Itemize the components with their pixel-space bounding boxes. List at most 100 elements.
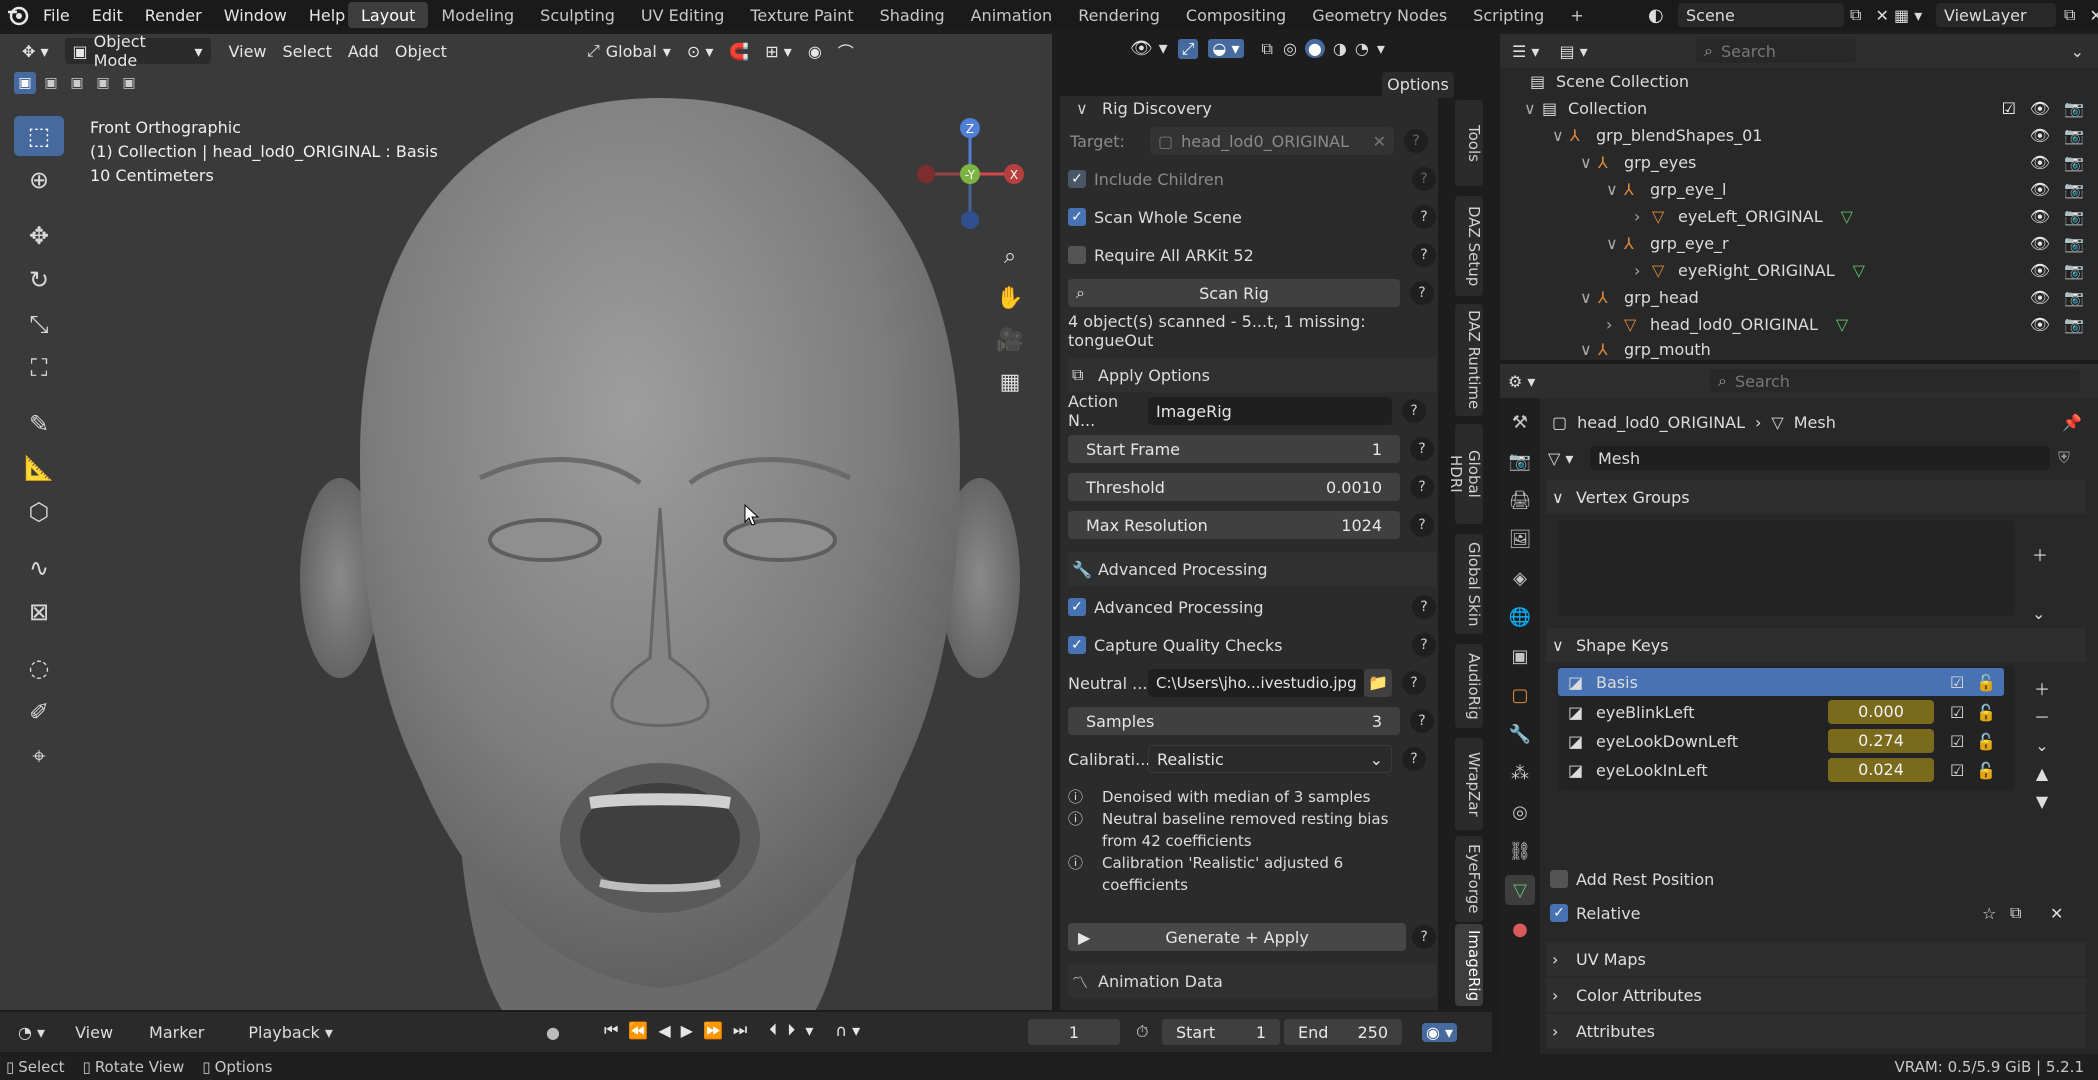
attributes-header[interactable]: › Attributes: [1546, 1014, 2086, 1048]
lock-icon[interactable]: 🔓: [1976, 703, 1996, 722]
select-invert-icon[interactable]: ▣: [92, 72, 114, 94]
help-icon[interactable]: ?: [1412, 925, 1436, 949]
mesh-data-tab-icon[interactable]: ▽: [1505, 875, 1535, 905]
help-icon[interactable]: ?: [1410, 475, 1434, 499]
menu-file[interactable]: File: [32, 0, 81, 30]
scan-whole-scene-checkbox[interactable]: ✓: [1068, 208, 1086, 226]
new-scene-icon[interactable]: ⧉: [1850, 5, 1861, 25]
stopwatch-icon[interactable]: ⏱: [1136, 1022, 1148, 1042]
lock-icon[interactable]: 🔓: [1976, 673, 1996, 692]
tab-wrapzar[interactable]: WrapZar: [1455, 738, 1483, 830]
tab-uv-editing[interactable]: UV Editing: [628, 2, 737, 28]
add-cube-tool-icon[interactable]: ⬡: [14, 492, 64, 532]
view-layer-field[interactable]: ViewLayer: [1936, 3, 2056, 27]
list-item[interactable]: ∨ ▤ Collection ☑ 👁 📷: [1500, 95, 2098, 122]
eye-icon[interactable]: 👁: [2030, 261, 2050, 280]
select-new-icon[interactable]: ▣: [14, 72, 36, 94]
list-item[interactable]: ∨ ⅄ grp_eye_r 👁 📷: [1500, 230, 2098, 257]
camera-icon[interactable]: 📷: [2064, 153, 2084, 172]
select-extend-icon[interactable]: ▣: [40, 72, 62, 94]
eye-icon[interactable]: 👁: [2030, 234, 2050, 253]
chevron-down-icon[interactable]: ▾: [805, 1021, 813, 1040]
transform-orientation-dropdown[interactable]: ⤢ Global ▾: [579, 38, 679, 64]
pivot-icon[interactable]: ⊙ ▾: [679, 38, 722, 64]
add-rest-position-row[interactable]: Add Rest Position: [1550, 866, 1714, 892]
prev-marker-icon[interactable]: ⏴: [769, 1020, 777, 1040]
menu-select[interactable]: Select: [275, 38, 340, 64]
cursor-tool-icon[interactable]: ⊕: [14, 160, 64, 200]
visibility-icon[interactable]: 👁 ▾: [1130, 38, 1168, 59]
tab-scripting[interactable]: Scripting: [1460, 2, 1557, 28]
overlay-toggle-icon[interactable]: ◒ ▾: [1208, 39, 1244, 58]
pin-icon[interactable]: 📌: [2062, 413, 2082, 432]
rotate-tool-icon[interactable]: ↻: [14, 260, 64, 300]
menu-edit[interactable]: Edit: [81, 0, 134, 30]
shape-key-row[interactable]: ◪ eyeBlinkLeft 0.000 ☑ 🔓: [1558, 698, 2004, 726]
tab-texture-paint[interactable]: Texture Paint: [737, 2, 866, 28]
play-reverse-icon[interactable]: ◀: [658, 1021, 670, 1040]
ortho-grid-icon[interactable]: ▦: [990, 362, 1030, 404]
color-attributes-header[interactable]: › Color Attributes: [1546, 978, 2086, 1012]
object-tab-icon[interactable]: ▢: [1505, 680, 1535, 710]
modifier-tab-icon[interactable]: 🔧: [1505, 719, 1535, 749]
tab-audiorig[interactable]: AudioRig: [1455, 644, 1483, 728]
snap-target-icon[interactable]: ⊞ ▾: [757, 38, 800, 64]
tab-animation[interactable]: Animation: [958, 2, 1066, 28]
star-icon[interactable]: ☆: [1982, 904, 1996, 923]
advanced-processing-row[interactable]: ✓ Advanced Processing ?: [1068, 592, 1436, 622]
transform-tool-icon[interactable]: ⛶: [14, 348, 64, 388]
tab-daz-setup[interactable]: DAZ Setup: [1455, 196, 1483, 296]
checkbox-icon[interactable]: ☑: [1950, 732, 1964, 751]
menu-view[interactable]: View: [221, 38, 275, 64]
timeline-editor-icon[interactable]: ◔ ▾: [18, 1023, 45, 1042]
lock-icon[interactable]: 🔓: [1976, 732, 1996, 751]
curve-draw-tool-icon[interactable]: ∿: [14, 548, 64, 588]
mesh-name-field[interactable]: Mesh: [1590, 446, 2050, 470]
relative-checkbox[interactable]: ✓: [1550, 904, 1568, 922]
threshold-field[interactable]: Threshold 0.0010: [1068, 473, 1400, 501]
playback-dropdown[interactable]: Playback ▾: [240, 1020, 341, 1044]
tool-tab-icon[interactable]: ⚒: [1505, 407, 1535, 437]
fake-user-shield-icon[interactable]: ⛨: [2058, 448, 2070, 468]
scale-tool-icon[interactable]: ⤡: [14, 304, 64, 344]
snap-icon[interactable]: 🧲: [721, 38, 757, 64]
list-item[interactable]: ∨ ⅄ grp_mouth: [1500, 338, 2098, 360]
shape-key-row[interactable]: ◪ eyeLookInLeft 0.024 ☑ 🔓: [1558, 756, 2004, 784]
jump-start-icon[interactable]: ⏮: [604, 1020, 618, 1040]
list-item[interactable]: ∨ ⅄ grp_head 👁 📷: [1500, 284, 2098, 311]
annotate-tool-icon[interactable]: ✎: [14, 404, 64, 444]
delete-view-layer-icon[interactable]: ✕: [2089, 6, 2098, 25]
editor-type-icon[interactable]: ✥ ▾: [14, 38, 57, 64]
neutral-path-field[interactable]: C:\Users\jho...ivestudio.jpg: [1148, 669, 1364, 697]
eye-icon[interactable]: 👁: [2030, 153, 2050, 172]
tab-daz-runtime[interactable]: DAZ Runtime: [1455, 304, 1483, 416]
help-icon[interactable]: ?: [1410, 437, 1434, 461]
prev-keyframe-icon[interactable]: ⏪: [628, 1021, 648, 1040]
scene-icon[interactable]: ◐: [1648, 5, 1678, 26]
sync-icon[interactable]: ◉ ▾: [1422, 1022, 1458, 1042]
jump-end-icon[interactable]: ⏭: [733, 1020, 747, 1040]
action-name-field[interactable]: ImageRig: [1148, 397, 1392, 425]
checkbox-icon[interactable]: ☑: [2002, 99, 2016, 118]
tab-rendering[interactable]: Rendering: [1065, 2, 1173, 28]
viewport-options-button[interactable]: Options: [1382, 72, 1454, 98]
list-item[interactable]: › ▽ head_lod0_ORIGINAL ▽ 👁 📷: [1500, 311, 2098, 338]
animation-data-header[interactable]: 〽 Animation Data: [1068, 964, 1436, 998]
checkbox-icon[interactable]: ☑: [1950, 673, 1964, 692]
list-item[interactable]: ∨ ⅄ grp_eye_l 👁 📷: [1500, 176, 2098, 203]
tab-imagerig[interactable]: ImageRig: [1455, 924, 1483, 1006]
eye-icon[interactable]: 👁: [2030, 288, 2050, 307]
help-icon[interactable]: ?: [1412, 595, 1436, 619]
menu-marker[interactable]: Marker: [149, 1023, 204, 1042]
tab-geometry-nodes[interactable]: Geometry Nodes: [1299, 2, 1460, 28]
new-view-layer-icon[interactable]: ⧉: [2064, 5, 2075, 25]
shape-key-row[interactable]: ◪ Basis ☑ 🔓: [1558, 668, 2004, 696]
start-frame-field[interactable]: Start 1: [1162, 1019, 1280, 1045]
pointer-tool-icon[interactable]: ⌖: [14, 736, 64, 776]
lasso-select-tool-icon[interactable]: ◌: [14, 648, 64, 688]
samples-field[interactable]: Samples 3: [1068, 707, 1400, 735]
help-icon[interactable]: ?: [1412, 205, 1436, 229]
draw-tool-icon[interactable]: ✐: [14, 692, 64, 732]
help-icon[interactable]: ?: [1412, 243, 1436, 267]
physics-tab-icon[interactable]: ◎: [1505, 797, 1535, 827]
